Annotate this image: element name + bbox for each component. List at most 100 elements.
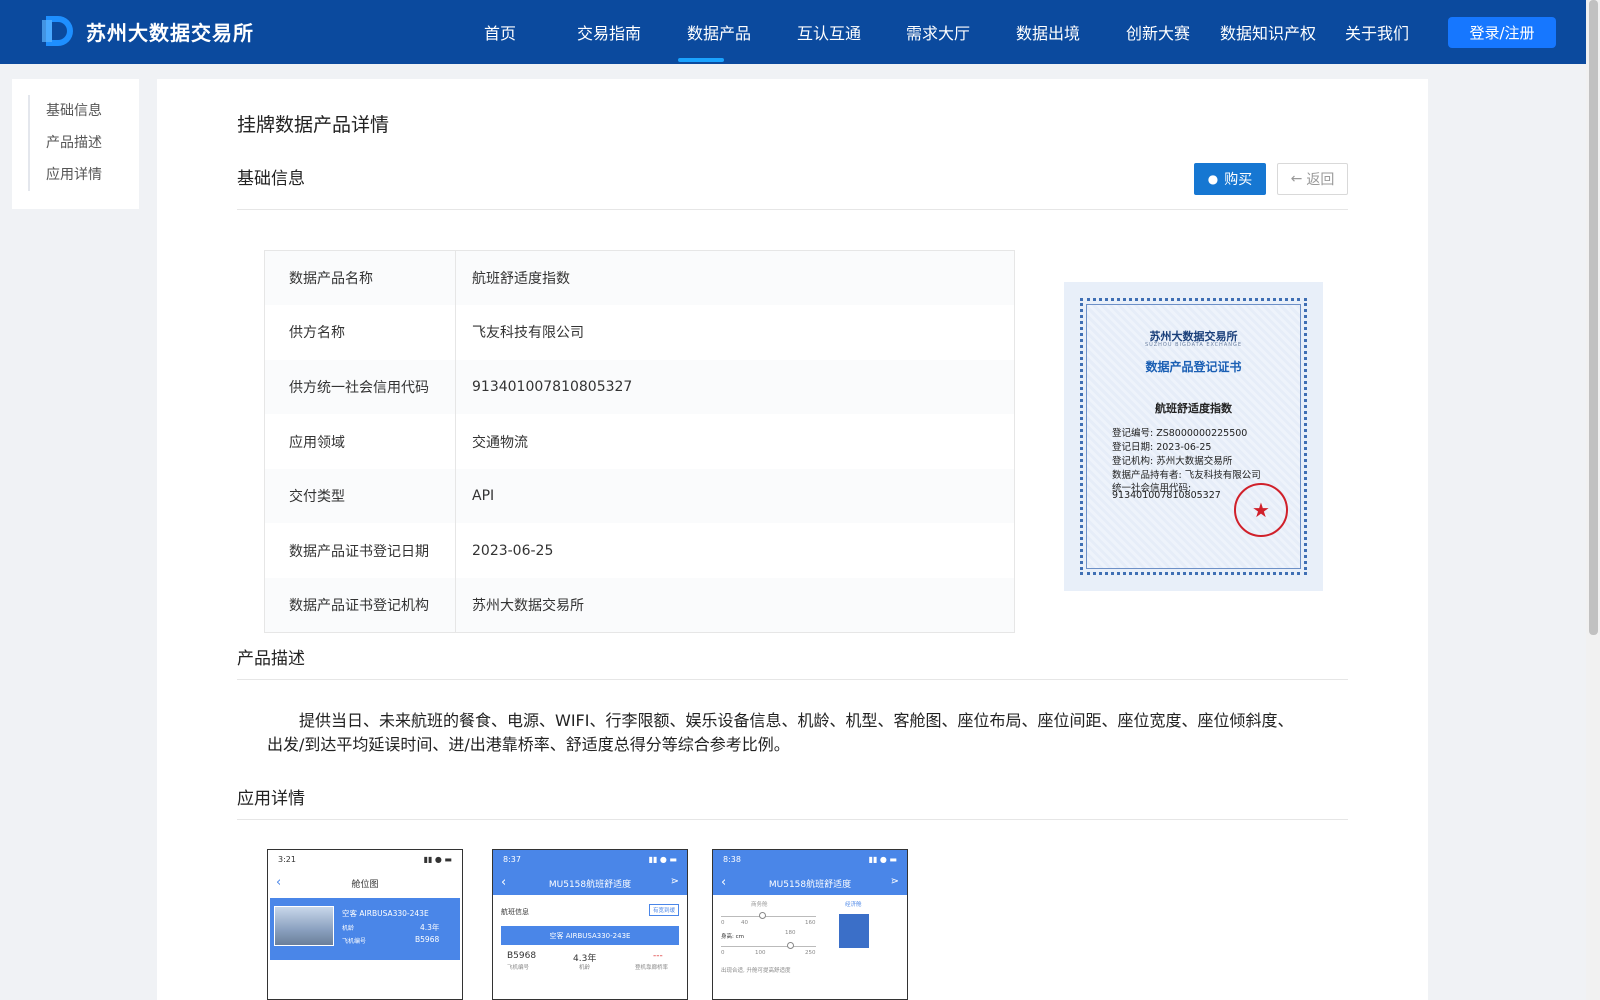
scale-label: 0: [721, 950, 725, 956]
app-details-heading: 应用详情: [237, 789, 305, 809]
certificate-org-en: SUZHOU BIGDATA EXCHANGE: [1144, 342, 1243, 348]
app-screenshot-cabin-map[interactable]: 3:21 ▮▮ ● ▬ ‹ 舱位图 空客 AIRBUSA330-243E 机龄 …: [267, 849, 463, 1000]
scale-label: 160: [805, 920, 816, 926]
reg-label: 飞机编号: [342, 938, 367, 945]
section-divider: [237, 209, 1348, 210]
phone-title: MU5158航班舒适度: [768, 880, 852, 890]
scrollbar-thumb[interactable]: [1589, 0, 1598, 635]
bridge-value: ---: [653, 951, 663, 961]
height-mark: 180: [785, 930, 796, 936]
nav-item-mutual-recognition[interactable]: 互认互通: [797, 20, 861, 44]
row-value: 交通物流: [472, 434, 528, 451]
nav-item-about-us[interactable]: 关于我们: [1345, 20, 1409, 44]
app-screenshot-flight-comfort[interactable]: 8:37 ▮▮ ● ▬ ‹ MU5158航班舒适度 ⋗ 航班信息 有宽到缓 空客…: [492, 849, 688, 1000]
tab-economy-class[interactable]: 经济舱: [845, 900, 862, 908]
row-key: 数据产品证书登记机构: [264, 578, 456, 633]
anchor-product-desc[interactable]: 产品描述: [46, 132, 102, 152]
row-key: 数据产品证书登记日期: [264, 523, 456, 579]
certificate-line: 913401007810805327: [1112, 490, 1221, 501]
certificate-line: 登记机构: 苏州大数据交易所: [1112, 456, 1233, 467]
aircraft-model: 空客 AIRBUSA330-243E: [342, 909, 429, 918]
flight-info-label: 航班信息: [501, 908, 529, 916]
aircraft-card: 空客 AIRBUSA330-243E 机龄 4.3年 飞机编号 B5968: [270, 898, 460, 960]
buy-button-label: 购买: [1224, 172, 1253, 188]
height-label: 身高: cm: [721, 934, 744, 940]
age-label: 机龄: [579, 965, 591, 971]
nav-item-data-ip[interactable]: 数据知识产权: [1220, 20, 1316, 44]
share-icon: ⋗: [890, 876, 899, 887]
anchor-basic-info[interactable]: 基础信息: [46, 100, 102, 120]
back-button-label: 返回: [1306, 172, 1335, 188]
table-row: 供方名称 飞友科技有限公司: [264, 305, 1015, 360]
row-value: 913401007810805327: [455, 359, 1015, 415]
tab-business-class[interactable]: 商务舱: [751, 900, 768, 908]
age-value: 4.3年: [420, 923, 440, 932]
reg-value: B5968: [415, 935, 440, 944]
certificate-line: 登记日期: 2023-06-25: [1112, 442, 1212, 453]
certificate-line: 数据产品持有者: 飞友科技有限公司: [1112, 470, 1261, 481]
row-value: 飞友科技有限公司: [472, 325, 584, 342]
row-value: 苏州大数据交易所: [455, 578, 1015, 633]
phone-status-bar: 3:21 ▮▮ ● ▬: [268, 850, 462, 872]
red-seal-stamp-icon: ★: [1234, 483, 1288, 537]
scale-label: 100: [755, 950, 766, 956]
nav-item-home[interactable]: 首页: [484, 20, 516, 44]
anchor-app-details[interactable]: 应用详情: [46, 164, 102, 184]
site-logo[interactable]: 苏州大数据交易所: [40, 12, 254, 50]
row-value: 航班舒适度指数: [455, 250, 1015, 306]
share-icon: ⋗: [670, 876, 679, 887]
phone-title: MU5158航班舒适度: [548, 880, 632, 890]
row-value: 2023-06-25: [472, 542, 554, 559]
slider-knob[interactable]: [787, 942, 794, 949]
registration-certificate-image[interactable]: 苏州大数据交易所 SUZHOU BIGDATA EXCHANGE 数据产品登记证…: [1064, 282, 1323, 591]
phone-time: 3:21: [278, 855, 296, 864]
row-key: 供方名称: [264, 305, 456, 360]
table-row: 交付类型 API: [264, 468, 1015, 524]
certificate-title: 数据产品登记证书: [1145, 360, 1242, 374]
nav-item-innovation-contest[interactable]: 创新大赛: [1126, 20, 1190, 44]
page-title: 挂牌数据产品详情: [237, 114, 390, 136]
back-button[interactable]: ← 返回: [1277, 163, 1348, 195]
scale-label: 0: [721, 920, 725, 926]
nav-item-demand-hall[interactable]: 需求大厅: [906, 20, 970, 44]
section-divider: [237, 819, 1348, 820]
row-key: 供方统一社会信用代码: [264, 359, 456, 415]
product-info-table: 数据产品名称 航班舒适度指数 供方名称 飞友科技有限公司 供方统一社会信用代码 913…: [264, 250, 1015, 634]
basic-info-heading: 基础信息: [237, 169, 305, 189]
nav-item-trade-guide[interactable]: 交易指南: [577, 20, 641, 44]
signal-wifi-battery-icon: ▮▮ ● ▬: [423, 855, 452, 864]
nav-item-data-products[interactable]: 数据产品: [687, 20, 751, 44]
certificate-product-name: 航班舒适度指数: [1155, 402, 1232, 415]
signal-wifi-battery-icon: ▮▮ ● ▬: [648, 855, 677, 864]
table-row: 数据产品证书登记机构 苏州大数据交易所: [264, 578, 1015, 633]
table-row: 数据产品名称 航班舒适度指数: [264, 250, 1015, 306]
table-row: 供方统一社会信用代码 913401007810805327: [264, 359, 1015, 415]
table-row: 数据产品证书登记日期 2023-06-25: [264, 523, 1015, 579]
chevron-left-icon: ‹: [276, 875, 282, 890]
row-key: 应用领域: [264, 414, 456, 469]
phone-status-bar: 8:37 ▮▮ ● ▬: [493, 850, 687, 872]
slider-knob[interactable]: [759, 912, 766, 919]
product-description: 提供当日、未来航班的餐食、电源、WIFI、行李限额、娱乐设备信息、机龄、机型、客…: [267, 711, 1294, 754]
reg-value: B5968: [507, 951, 537, 961]
logo-mark-icon: [40, 12, 78, 50]
row-value: API: [455, 468, 1015, 524]
buy-button[interactable]: ● 购买: [1194, 163, 1266, 195]
reg-label: 飞机编号: [507, 965, 530, 971]
arrow-left-icon: ←: [1290, 171, 1303, 187]
app-screenshot-seat-comfort[interactable]: 8:38 ▮▮ ● ▬ ‹ MU5158航班舒适度 ⋗ 商务舱 经济舱 0 40…: [712, 849, 908, 1000]
slider-track: [721, 916, 816, 917]
chevron-left-icon: ‹: [501, 875, 507, 890]
login-register-button[interactable]: 登录/注册: [1448, 17, 1556, 48]
phone-time: 8:38: [723, 855, 741, 864]
aircraft-model-strip: 空客 AIRBUSA330-243E: [501, 926, 679, 945]
top-nav-bar: 苏州大数据交易所 首页 交易指南 数据产品 互认互通 需求大厅 数据出境 创新大…: [0, 0, 1586, 64]
flight-tag: 有宽到缓: [648, 904, 679, 916]
phone-title-bar: ‹ 舱位图: [268, 872, 462, 895]
phone-title-bar: ‹ MU5158航班舒适度 ⋗: [713, 872, 907, 895]
logo-text: 苏州大数据交易所: [86, 20, 254, 45]
certificate-line: 登记编号: ZS8000000225500: [1112, 428, 1248, 439]
nav-item-data-export[interactable]: 数据出境: [1016, 20, 1080, 44]
scale-label: 40: [741, 920, 748, 926]
upgrade-note: 出现合适, 升舱可提高舒适度: [721, 968, 791, 974]
